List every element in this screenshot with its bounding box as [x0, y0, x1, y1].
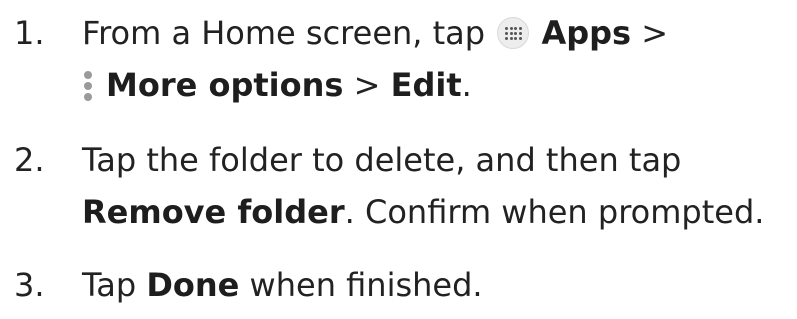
step-number: 3. — [14, 266, 45, 304]
step-text: Tap Done when finished. — [82, 259, 483, 311]
step-line: From a Home screen, tap Apps > — [82, 7, 668, 59]
separator-chevron: > — [631, 14, 669, 52]
step-line: Remove folder. Confirm when prompted. — [82, 186, 764, 238]
apps-label: Apps — [541, 14, 632, 52]
step-line: Tap the folder to delete, and then tap — [82, 141, 682, 179]
done-label: Done — [146, 266, 240, 304]
step-text-prefix: From a Home screen, tap — [82, 14, 496, 52]
remove-folder-label: Remove folder — [82, 193, 345, 231]
step-text-suffix: when finished. — [239, 266, 483, 304]
step-text: Tap the folder to delete, and then tap R… — [82, 134, 764, 238]
step-text: From a Home screen, tap Apps > More opti… — [82, 7, 668, 111]
step-text-suffix: . Confirm when prompted. — [344, 193, 765, 231]
edit-label: Edit — [390, 66, 462, 104]
more-options-icon — [82, 71, 94, 101]
more-options-label: More options — [106, 66, 344, 104]
step-line: More options > Edit. — [82, 59, 668, 111]
step-line: Tap Done when finished. — [82, 259, 483, 311]
separator-chevron: > — [343, 66, 391, 104]
step-number: 1. — [14, 14, 45, 52]
sentence-end: . — [461, 66, 472, 104]
step-number: 2. — [14, 141, 45, 179]
instruction-list: 1. From a Home screen, tap Apps > More o… — [0, 0, 797, 319]
step-text-prefix: Tap — [82, 266, 147, 304]
apps-grid-icon — [497, 17, 530, 49]
